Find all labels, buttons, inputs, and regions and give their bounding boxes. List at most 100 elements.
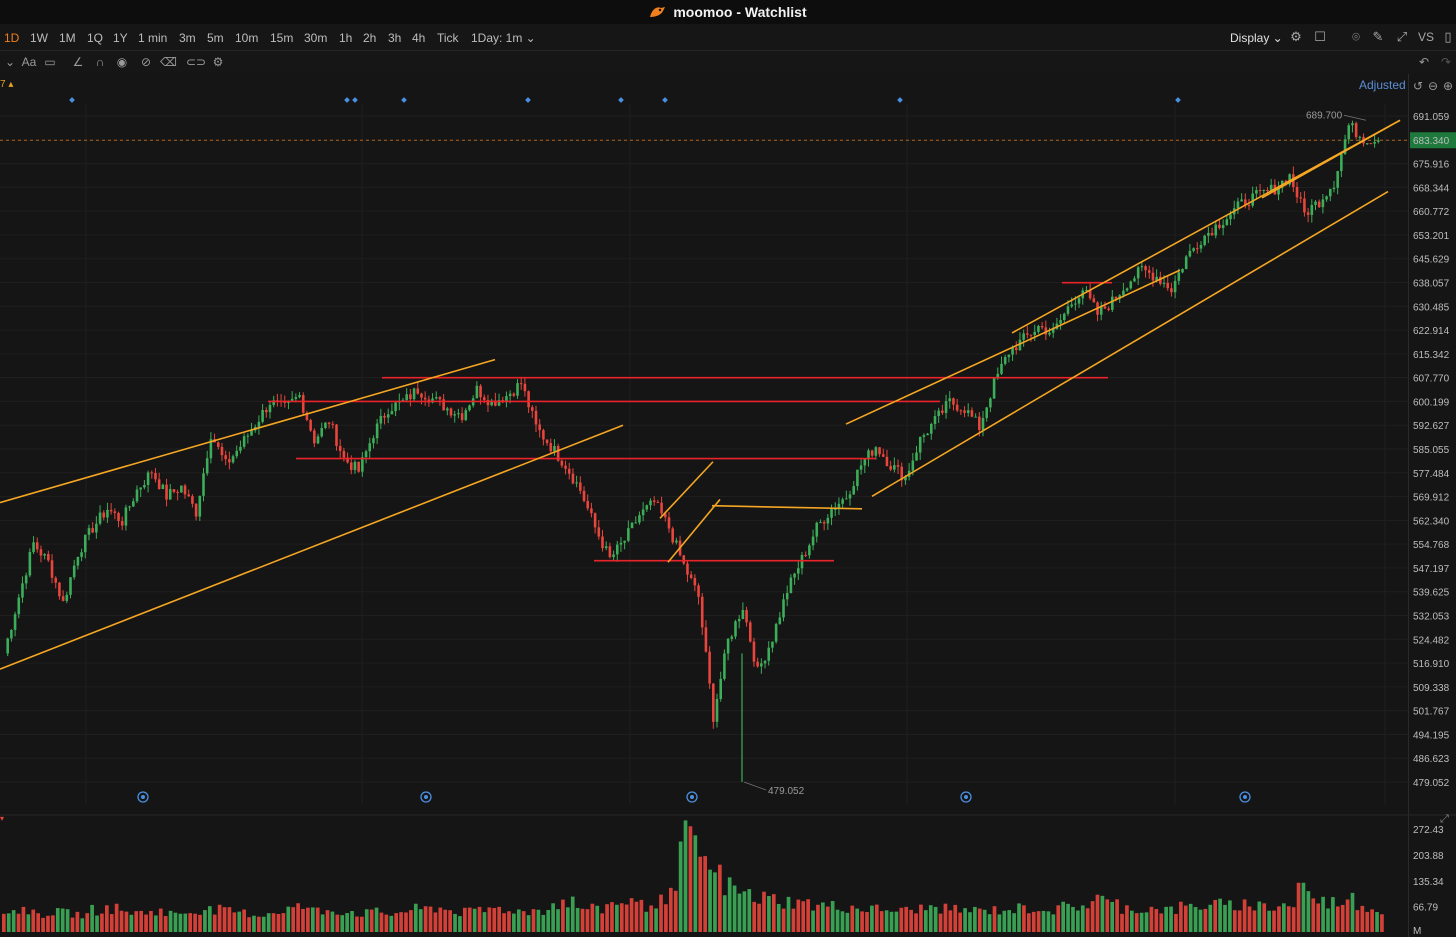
volume-bar — [1296, 882, 1301, 932]
event-marker[interactable] — [1175, 97, 1181, 103]
timeframe-5m[interactable]: 5m — [207, 31, 224, 45]
volume-bar — [776, 903, 781, 932]
candle — [482, 397, 486, 400]
text-tool-icon[interactable]: Aa — [20, 54, 38, 70]
candle — [1354, 123, 1358, 138]
vs-compare-button[interactable]: VS — [1416, 29, 1436, 45]
volume-bar — [1321, 896, 1325, 932]
timeframe-10m[interactable]: 10m — [235, 31, 258, 45]
volume-bar — [31, 909, 36, 932]
redo-icon[interactable]: ↷ — [1438, 54, 1454, 70]
layout-icon[interactable]: ☐ — [1312, 29, 1328, 45]
volume-bar — [605, 904, 609, 932]
magnet-icon[interactable]: ∩ — [92, 54, 108, 70]
volume-bar — [237, 911, 242, 932]
candle — [856, 469, 859, 487]
volume-bar — [296, 903, 300, 932]
timeframe-1q[interactable]: 1Q — [87, 31, 103, 45]
display-button[interactable]: Display ⌄ — [1230, 31, 1283, 45]
event-marker[interactable] — [69, 97, 75, 103]
timeframe-1h[interactable]: 1h — [339, 31, 352, 45]
volume-bar — [252, 915, 256, 932]
volume-bar — [1002, 910, 1007, 932]
volume-bar — [752, 901, 757, 932]
trend-channel-line[interactable] — [0, 358, 496, 504]
candle — [224, 455, 227, 460]
candle — [205, 458, 209, 474]
volume-bar — [556, 909, 560, 932]
event-marker[interactable] — [344, 97, 350, 103]
volume-bar — [801, 901, 806, 932]
timeframe-2h[interactable]: 2h — [363, 31, 376, 45]
candle — [327, 422, 331, 424]
trend-channel-line[interactable] — [1261, 119, 1401, 199]
candle — [645, 505, 649, 510]
candle — [342, 450, 346, 458]
volume-bar — [271, 913, 276, 932]
volume-bar — [315, 907, 320, 932]
eye-icon[interactable]: ◉ — [114, 54, 130, 70]
event-marker[interactable] — [897, 97, 903, 103]
volume-bar — [914, 913, 918, 932]
camera-icon[interactable]: ⌾ — [1348, 29, 1364, 45]
trend-channel-line[interactable] — [0, 424, 624, 670]
timeframe-1-min[interactable]: 1 min — [138, 31, 167, 45]
candle — [457, 413, 460, 415]
trend-channel-line[interactable] — [667, 498, 721, 563]
fullscreen-icon[interactable]: ⤢ — [1394, 29, 1410, 45]
volume-bar — [629, 898, 634, 932]
event-marker[interactable] — [401, 97, 407, 103]
candle — [893, 465, 896, 470]
price-tick-label: 547.197 — [1413, 564, 1450, 575]
event-marker[interactable] — [662, 97, 668, 103]
timeframe-30m[interactable]: 30m — [304, 31, 327, 45]
candle — [608, 546, 612, 558]
candle — [146, 472, 150, 485]
timeframe-1m[interactable]: 1M — [59, 31, 76, 45]
link-icon[interactable]: ⊂⊃ — [186, 54, 206, 70]
settings-icon[interactable]: ⚙ — [1288, 29, 1304, 45]
chevron-down-icon[interactable]: ⌄ — [2, 54, 18, 70]
candle — [220, 446, 224, 456]
panel-toggle-icon[interactable]: ▯ — [1440, 29, 1456, 45]
pencil-icon[interactable]: ✎ — [1370, 29, 1386, 45]
volume-bar — [227, 907, 232, 932]
volume-bar — [865, 912, 869, 932]
timeframe-1w[interactable]: 1W — [30, 31, 48, 45]
hide-icon[interactable]: ⊘ — [138, 54, 154, 70]
event-marker[interactable] — [352, 97, 358, 103]
undo-icon[interactable]: ↶ — [1416, 54, 1432, 70]
timeframe-1y[interactable]: 1Y — [113, 31, 128, 45]
comment-icon[interactable]: ▭ — [42, 54, 58, 70]
price-chart[interactable]: 691.059 683.340 675.916 668.344 660.772 653.2… — [0, 74, 1456, 937]
expand-volume-icon[interactable]: ⤢ — [1440, 813, 1449, 825]
trendline-icon[interactable]: ∠ — [70, 54, 86, 70]
candle — [1207, 232, 1210, 236]
volume-tick-label: 135.34 — [1413, 877, 1444, 888]
volume-bar — [340, 915, 345, 932]
trend-channel-line[interactable] — [659, 461, 714, 519]
timeframe-3h[interactable]: 3h — [388, 31, 401, 45]
gear-icon[interactable]: ⚙ — [210, 54, 226, 70]
timeframe-1day-1m[interactable]: 1Day: 1m ⌄ — [471, 31, 536, 45]
timeframe-tick[interactable]: Tick — [437, 31, 459, 45]
event-marker[interactable] — [525, 97, 531, 103]
timeframe-15m[interactable]: 15m — [270, 31, 293, 45]
volume-tick-label: 66.79 — [1413, 903, 1438, 914]
event-marker[interactable] — [618, 97, 624, 103]
price-tick-label: 600.199 — [1413, 397, 1450, 408]
timeframe-3m[interactable]: 3m — [179, 31, 196, 45]
volume-bar — [732, 885, 737, 932]
candle — [874, 447, 878, 456]
volume-bar — [1311, 898, 1316, 932]
volume-bar — [85, 913, 90, 932]
candle — [1136, 267, 1140, 279]
timeframe-4h[interactable]: 4h — [412, 31, 425, 45]
volume-bar — [796, 899, 801, 932]
candle — [405, 394, 408, 401]
timeframe-1d[interactable]: 1D — [4, 31, 19, 45]
trend-channel-line[interactable] — [871, 190, 1389, 497]
volume-bar — [1291, 907, 1296, 932]
trash-icon[interactable]: ⌫ — [160, 54, 177, 70]
candle — [667, 517, 671, 529]
